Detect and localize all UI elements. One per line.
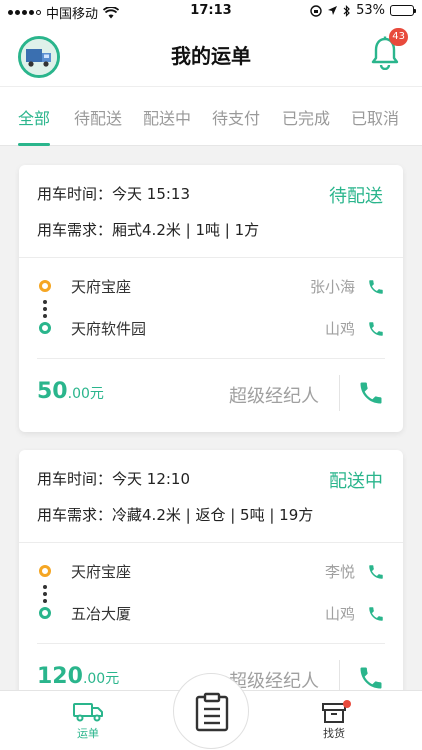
divider bbox=[37, 358, 385, 359]
time-label: 用车时间： bbox=[37, 470, 113, 488]
route-dot bbox=[43, 585, 47, 589]
origin-place: 天府宝座 bbox=[71, 563, 132, 581]
active-tab-indicator bbox=[18, 143, 50, 146]
location-icon bbox=[328, 6, 338, 15]
center-clipboard-button[interactable] bbox=[173, 673, 249, 749]
time-label: 用车时间： bbox=[37, 185, 113, 203]
price-integer: 120 bbox=[37, 664, 83, 689]
destination-contact: 山鸡 bbox=[324, 320, 355, 338]
call-agent-phone-icon[interactable] bbox=[357, 664, 385, 692]
agent-label: 超级经纪人 bbox=[229, 386, 319, 407]
order-status: 配送中 bbox=[329, 471, 383, 492]
order-price: 50.00元 bbox=[37, 379, 104, 404]
tab-pending-payment[interactable]: 待支付 bbox=[212, 105, 260, 129]
divider bbox=[37, 643, 385, 644]
battery-icon bbox=[390, 5, 416, 16]
vertical-divider bbox=[339, 375, 340, 411]
order-requirement: 用车需求：冷藏4.2米 | 返仓 | 5吨 | 19方 bbox=[37, 504, 313, 525]
order-price: 120.00元 bbox=[37, 664, 119, 689]
origin-place: 天府宝座 bbox=[71, 278, 132, 296]
time-value: 今天 12:10 bbox=[112, 470, 191, 488]
call-agent-phone-icon[interactable] bbox=[357, 379, 385, 407]
order-card[interactable]: 用车时间：今天 15:13 待配送 用车需求：厢式4.2米 | 1吨 | 1方 … bbox=[19, 165, 403, 432]
route-dot bbox=[43, 314, 47, 318]
tab-in-delivery[interactable]: 配送中 bbox=[143, 105, 191, 129]
bottom-tab-find-cargo[interactable]: 找货 bbox=[304, 701, 364, 741]
time-value: 今天 15:13 bbox=[112, 185, 191, 203]
new-cargo-dot bbox=[343, 700, 351, 708]
tab-pending-delivery[interactable]: 待配送 bbox=[74, 105, 122, 129]
price-decimal: .00元 bbox=[67, 386, 104, 402]
notification-badge: 43 bbox=[389, 28, 408, 46]
clipboard-icon bbox=[195, 692, 229, 732]
filter-tabs: 全部 待配送 配送中 待支付 已完成 已取消 bbox=[0, 86, 422, 146]
route-dot bbox=[43, 599, 47, 603]
page-title: 我的运单 bbox=[171, 44, 251, 68]
price-integer: 50 bbox=[37, 379, 68, 404]
req-value: 冷藏4.2米 | 返仓 | 5吨 | 19方 bbox=[112, 506, 314, 524]
tab-all[interactable]: 全部 bbox=[18, 105, 50, 129]
req-value: 厢式4.2米 | 1吨 | 1方 bbox=[112, 221, 260, 239]
req-label: 用车需求： bbox=[37, 506, 113, 524]
divider bbox=[19, 257, 403, 258]
destination-place: 五冶大厦 bbox=[71, 605, 132, 623]
origin-dot-icon bbox=[39, 280, 51, 292]
order-requirement: 用车需求：厢式4.2米 | 1吨 | 1方 bbox=[37, 219, 259, 240]
phone-icon[interactable] bbox=[367, 563, 385, 581]
bottom-tab-waybill[interactable]: 运单 bbox=[58, 701, 118, 741]
origin-contact: 李悦 bbox=[324, 563, 355, 581]
route-dot bbox=[43, 300, 47, 304]
destination-dot-icon bbox=[39, 607, 51, 619]
battery-percent: 53% bbox=[356, 3, 385, 18]
truck-icon bbox=[73, 703, 103, 722]
nav-bar: 我的运单 43 bbox=[0, 22, 422, 86]
divider bbox=[19, 542, 403, 543]
destination-dot-icon bbox=[39, 322, 51, 334]
origin-contact: 张小海 bbox=[309, 278, 355, 296]
tab-completed[interactable]: 已完成 bbox=[282, 105, 330, 129]
bottom-tab-waybill-label: 运单 bbox=[77, 727, 99, 740]
rotation-lock-icon bbox=[310, 4, 322, 17]
order-time: 用车时间：今天 15:13 bbox=[37, 183, 190, 204]
route-dot bbox=[43, 307, 47, 311]
status-right: 53% bbox=[310, 3, 416, 18]
bluetooth-icon bbox=[343, 4, 350, 17]
route-dot bbox=[43, 592, 47, 596]
bottom-tab-find-cargo-label: 找货 bbox=[323, 727, 345, 740]
phone-icon[interactable] bbox=[367, 278, 385, 296]
tab-cancelled[interactable]: 已取消 bbox=[351, 105, 399, 129]
destination-place: 天府软件园 bbox=[71, 320, 147, 338]
status-bar: 中国移动 17:13 53% bbox=[0, 0, 422, 22]
origin-dot-icon bbox=[39, 565, 51, 577]
req-label: 用车需求： bbox=[37, 221, 113, 239]
destination-contact: 山鸡 bbox=[324, 605, 355, 623]
phone-icon[interactable] bbox=[367, 605, 385, 623]
phone-icon[interactable] bbox=[367, 320, 385, 338]
order-time: 用车时间：今天 12:10 bbox=[37, 468, 190, 489]
order-status: 待配送 bbox=[329, 186, 383, 207]
price-decimal: .00元 bbox=[82, 671, 120, 687]
notification-button[interactable]: 43 bbox=[370, 28, 408, 71]
